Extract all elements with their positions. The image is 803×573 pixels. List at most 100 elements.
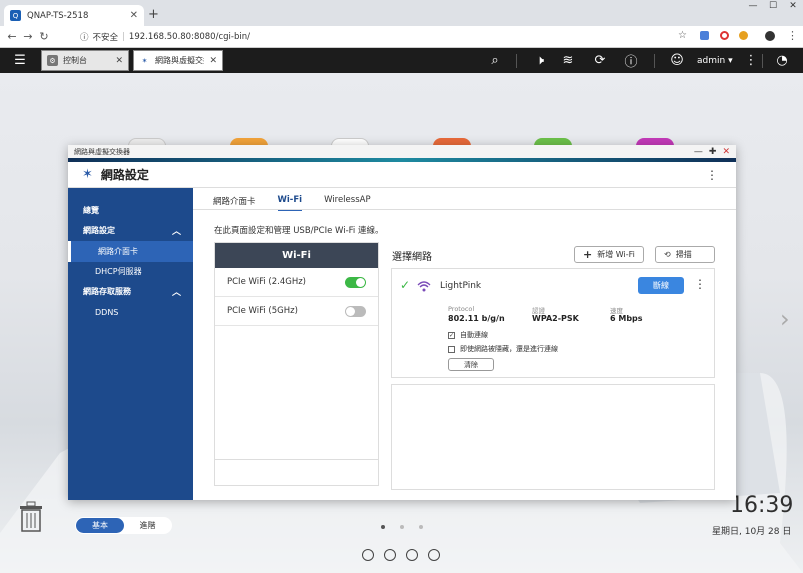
qts-tab-network[interactable]: ✶ 網路與虛擬交換... ✕: [133, 50, 223, 71]
sidebar-item-network-settings[interactable]: 網路設定 ︿: [68, 220, 193, 241]
sync-icon[interactable]: ⟳: [589, 50, 611, 71]
new-tab-icon[interactable]: +: [148, 7, 159, 22]
close-icon[interactable]: ✕: [115, 56, 123, 66]
adapter-row-2-4ghz[interactable]: PCIe WiFi (2.4GHz): [215, 268, 378, 297]
network-more-icon[interactable]: ⋮: [694, 277, 706, 291]
trash-icon[interactable]: [18, 500, 44, 532]
maximize-window-icon[interactable]: ☐: [765, 0, 781, 12]
more-options-icon[interactable]: ⋮: [706, 168, 718, 182]
browser-tab-title: QNAP-TS-2518: [27, 10, 89, 21]
security-label: 不安全: [92, 33, 119, 43]
speed-value: 6 Mbps: [610, 314, 643, 323]
adapter-row-5ghz[interactable]: PCIe WiFi (5GHz): [215, 297, 378, 326]
minimize-window-icon[interactable]: —: [745, 0, 761, 12]
background-tasks-icon[interactable]: ≋: [557, 50, 579, 71]
user-icon[interactable]: ☺: [666, 50, 688, 71]
sidebar-item-ddns[interactable]: DDNS: [68, 302, 193, 323]
select-network-heading: 選擇網路: [392, 252, 432, 263]
scan-button[interactable]: ⟲ 掃描: [655, 246, 715, 263]
qts-tab-control-panel[interactable]: ⚙ 控制台 ✕: [41, 50, 129, 71]
adapter-toggle-2-4ghz[interactable]: [345, 276, 366, 288]
network-logo-icon: ✶: [82, 167, 93, 182]
omnibox[interactable]: ⓘ 不安全 | 192.168.50.80:8080/cgi-bin/: [80, 29, 660, 45]
page-dot[interactable]: [400, 525, 404, 529]
mode-advanced[interactable]: 進階: [124, 520, 171, 531]
bookmark-star-icon[interactable]: ☆: [678, 30, 687, 41]
search-icon[interactable]: ⌕: [484, 50, 506, 71]
close-icon[interactable]: ✕: [209, 56, 217, 66]
network-settings-window: 網路與虛擬交換器 — ✚ ✕ ✶ 網路設定 ⋮ 總覽 網路設定 ︿ 網路介面卡 D…: [68, 145, 736, 534]
more-icon[interactable]: ⋮: [740, 50, 762, 71]
chevron-up-icon: ︿: [171, 227, 181, 237]
network-card: ✓ LightPink 斷線 ⋮ Protocol 802.11 b/g/n 認…: [391, 268, 715, 378]
sidebar: 總覽 網路設定 ︿ 網路介面卡 DHCP伺服器 網路存取服務 ︿ DDNS 基本 進…: [68, 188, 193, 534]
wifi-lock-icon: [417, 281, 431, 292]
page-dot[interactable]: [419, 525, 423, 529]
forward-icon[interactable]: →: [20, 30, 36, 43]
intro-text: 在此頁面設定和管理 USB/PCIe Wi-Fi 連線。: [214, 226, 384, 236]
notification-icon[interactable]: ⓘ: [620, 50, 642, 71]
qnap-favicon-icon: Q: [10, 10, 21, 21]
back-icon[interactable]: ←: [4, 30, 20, 43]
protocol-value: 802.11 b/g/n: [448, 314, 505, 323]
window-title: 網路與虛擬交換器: [74, 147, 130, 156]
dashboard-icon[interactable]: ◔: [771, 50, 793, 71]
tab-divider: [193, 209, 736, 210]
gear-icon: ⚙: [47, 55, 58, 66]
adapter-toggle-5ghz[interactable]: [345, 305, 366, 317]
browser-tab-strip: Q QNAP-TS-2518 ✕ + — ☐ ✕: [0, 0, 803, 26]
clear-button[interactable]: 清除: [448, 358, 494, 371]
volume-icon[interactable]: 🕨: [529, 50, 551, 71]
auth-value: WPA2-PSK: [532, 314, 579, 323]
dock-icon[interactable]: [384, 549, 396, 561]
sidebar-item-network-adapter[interactable]: 網路介面卡: [68, 241, 193, 262]
clock-time: 16:39: [730, 493, 794, 518]
chevron-up-icon: ︿: [171, 288, 181, 298]
dock-icon[interactable]: [406, 549, 418, 561]
browser-tab[interactable]: Q QNAP-TS-2518 ✕: [4, 5, 144, 26]
opera-extension-icon[interactable]: [720, 31, 729, 40]
protocol-label: Protocol: [448, 305, 475, 313]
mode-basic[interactable]: 基本: [76, 518, 124, 533]
clock-date: 星期日, 10月 28 日: [712, 527, 792, 537]
dock: [362, 549, 440, 561]
main-menu-icon[interactable]: ☰: [8, 48, 32, 73]
dock-icon[interactable]: [362, 549, 374, 561]
wifi-adapter-panel: Wi-Fi PCIe WiFi (2.4GHz) PCIe WiFi (5GHz…: [214, 242, 379, 486]
user-menu[interactable]: admin ▾: [697, 56, 733, 66]
profile-icon[interactable]: [765, 31, 775, 41]
window-header-title: 網路設定: [100, 168, 149, 182]
reload-icon[interactable]: ↻: [36, 30, 52, 43]
browser-menu-icon[interactable]: ⋮: [787, 29, 798, 42]
sidebar-item-dhcp-server[interactable]: DHCP伺服器: [68, 261, 193, 282]
mode-toggle[interactable]: 基本 進階: [75, 517, 172, 534]
close-icon[interactable]: ✕: [722, 147, 730, 157]
maximize-icon[interactable]: ✚: [709, 147, 717, 157]
url-text[interactable]: 192.168.50.80:8080/cgi-bin/: [129, 32, 250, 42]
network-icon: ✶: [141, 56, 148, 65]
next-page-chevron-icon[interactable]: ›: [780, 305, 790, 333]
window-title-bar[interactable]: 網路與虛擬交換器 — ✚ ✕: [68, 145, 736, 158]
info-icon[interactable]: ⓘ: [80, 31, 89, 43]
hidden-connect-checkbox[interactable]: 即使網路被隱藏，還是進行連線: [448, 344, 558, 354]
close-window-icon[interactable]: ✕: [785, 0, 801, 12]
empty-network-area: [391, 384, 715, 490]
connected-check-icon: ✓: [400, 278, 411, 292]
extension-icon[interactable]: [739, 31, 748, 40]
add-wifi-button[interactable]: + 新增 Wi-Fi: [574, 246, 644, 263]
page-dot-active[interactable]: [381, 525, 385, 529]
sidebar-item-overview[interactable]: 總覽: [68, 200, 193, 221]
scan-icon: ⟲: [664, 250, 671, 259]
window-header: ✶ 網路設定 ⋮: [68, 162, 736, 188]
dock-icon[interactable]: [428, 549, 440, 561]
minimize-icon[interactable]: —: [694, 147, 703, 157]
panel-title: Wi-Fi: [215, 243, 378, 268]
sidebar-item-network-access[interactable]: 網路存取服務 ︿: [68, 281, 193, 302]
checkbox-icon: [448, 345, 455, 353]
checkbox-checked-icon: ✓: [448, 331, 455, 339]
close-tab-icon[interactable]: ✕: [130, 10, 138, 21]
network-ssid: LightPink: [440, 281, 482, 291]
translate-extension-icon[interactable]: [700, 31, 709, 40]
auto-connect-checkbox[interactable]: ✓ 自動連線: [448, 330, 488, 340]
disconnect-button[interactable]: 斷線: [638, 277, 684, 294]
